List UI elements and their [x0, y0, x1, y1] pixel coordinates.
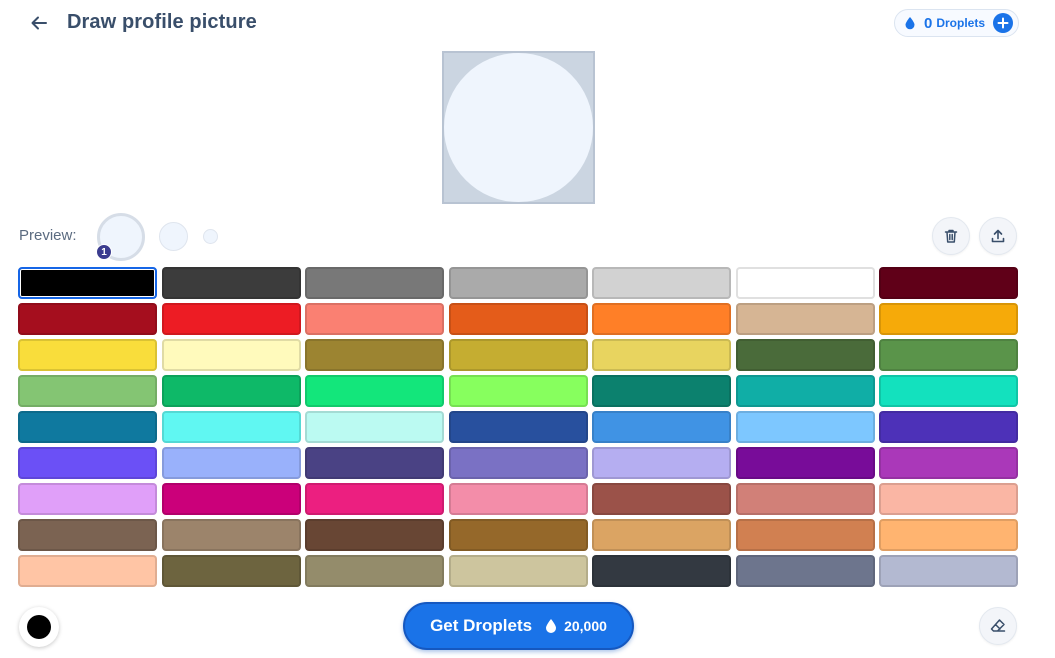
color-swatch[interactable]: [735, 303, 875, 335]
avatar-circle-mask: [444, 53, 593, 202]
color-swatch[interactable]: [592, 375, 731, 407]
preview-label: Preview:: [19, 227, 77, 244]
upload-button[interactable]: [979, 217, 1017, 255]
droplet-icon: [544, 618, 558, 634]
color-swatch[interactable]: [592, 555, 731, 587]
color-swatch[interactable]: [592, 303, 731, 335]
arrow-left-icon: [31, 16, 47, 30]
color-swatch[interactable]: [879, 483, 1018, 515]
droplets-balance-button[interactable]: 0 Droplets: [894, 9, 1019, 37]
color-swatch[interactable]: [18, 519, 157, 551]
color-swatch[interactable]: [305, 483, 444, 515]
clear-button[interactable]: [932, 217, 970, 255]
color-swatch[interactable]: [879, 447, 1018, 479]
color-swatch[interactable]: [735, 339, 875, 371]
eraser-button[interactable]: [979, 607, 1017, 645]
color-swatch[interactable]: [161, 411, 301, 443]
color-swatch[interactable]: [879, 555, 1018, 587]
color-swatch[interactable]: [161, 267, 301, 299]
color-swatch[interactable]: [305, 447, 444, 479]
color-swatch[interactable]: [879, 411, 1018, 443]
color-swatch[interactable]: [592, 267, 731, 299]
color-swatch[interactable]: [448, 519, 588, 551]
color-swatch[interactable]: [161, 555, 301, 587]
color-swatch[interactable]: [592, 483, 731, 515]
color-swatch[interactable]: [448, 555, 588, 587]
color-swatch[interactable]: [879, 303, 1018, 335]
color-swatch[interactable]: [305, 339, 444, 371]
get-droplets-button[interactable]: Get Droplets 20,000: [403, 602, 634, 650]
color-swatch[interactable]: [592, 519, 731, 551]
color-swatch[interactable]: [592, 339, 731, 371]
page-title: Draw profile picture: [67, 11, 257, 33]
droplets-count: 0: [924, 14, 933, 32]
preview-badge: 1: [96, 244, 112, 260]
get-droplets-label: Get Droplets: [430, 616, 533, 635]
color-swatch[interactable]: [305, 519, 444, 551]
plus-icon[interactable]: [993, 13, 1013, 33]
color-swatch[interactable]: [448, 339, 588, 371]
color-swatch[interactable]: [879, 375, 1018, 407]
color-swatch[interactable]: [18, 267, 157, 299]
color-swatch[interactable]: [592, 411, 731, 443]
color-swatch[interactable]: [18, 303, 157, 335]
droplets-label: Droplets: [936, 16, 986, 30]
current-color-button[interactable]: [19, 607, 59, 647]
eraser-icon: [990, 619, 1006, 632]
get-droplets-price: 20,000: [564, 618, 607, 634]
preview-avatar-small: [203, 229, 218, 244]
color-swatch[interactable]: [879, 267, 1018, 299]
color-swatch[interactable]: [735, 267, 875, 299]
color-swatch[interactable]: [161, 303, 301, 335]
color-swatch[interactable]: [305, 375, 444, 407]
color-swatch[interactable]: [879, 519, 1018, 551]
color-swatch[interactable]: [18, 375, 157, 407]
color-swatch[interactable]: [448, 375, 588, 407]
trash-icon: [944, 229, 958, 243]
color-swatch[interactable]: [735, 555, 875, 587]
upload-icon: [991, 229, 1005, 243]
color-swatch[interactable]: [735, 375, 875, 407]
color-swatch[interactable]: [161, 339, 301, 371]
drawing-canvas[interactable]: [442, 51, 595, 204]
color-swatch[interactable]: [161, 483, 301, 515]
color-swatch[interactable]: [448, 303, 588, 335]
color-swatch[interactable]: [305, 267, 444, 299]
color-swatch[interactable]: [448, 411, 588, 443]
header: Draw profile picture 0 Droplets: [0, 0, 1055, 46]
color-swatch[interactable]: [735, 519, 875, 551]
preview-avatar-medium: [159, 222, 188, 251]
color-swatch[interactable]: [305, 411, 444, 443]
color-swatch[interactable]: [161, 519, 301, 551]
color-swatch[interactable]: [18, 411, 157, 443]
color-swatch[interactable]: [305, 555, 444, 587]
color-swatch[interactable]: [18, 339, 157, 371]
color-swatch[interactable]: [592, 447, 731, 479]
color-swatch[interactable]: [735, 483, 875, 515]
color-palette: [18, 267, 1020, 587]
color-swatch[interactable]: [18, 555, 157, 587]
color-swatch[interactable]: [161, 375, 301, 407]
back-button[interactable]: [26, 10, 52, 36]
current-color-swatch: [27, 615, 51, 639]
color-swatch[interactable]: [448, 483, 588, 515]
color-swatch[interactable]: [448, 447, 588, 479]
color-swatch[interactable]: [18, 447, 157, 479]
droplet-icon: [903, 16, 917, 30]
color-swatch[interactable]: [879, 339, 1018, 371]
color-swatch[interactable]: [448, 267, 588, 299]
color-swatch[interactable]: [18, 483, 157, 515]
color-swatch[interactable]: [735, 411, 875, 443]
color-swatch[interactable]: [735, 447, 875, 479]
color-swatch[interactable]: [305, 303, 444, 335]
color-swatch[interactable]: [161, 447, 301, 479]
